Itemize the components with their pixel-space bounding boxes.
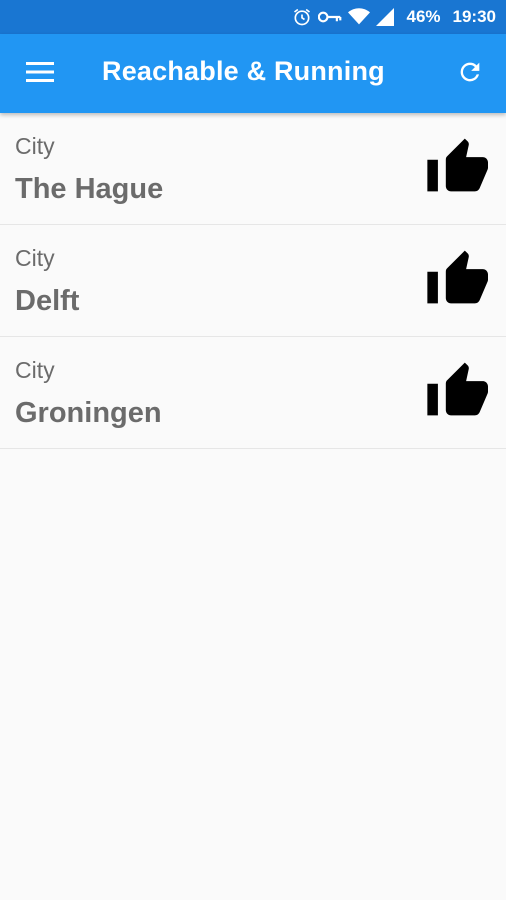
thumbs-up-icon	[426, 359, 492, 419]
refresh-button[interactable]	[444, 48, 496, 100]
list-item[interactable]: City The Hague	[0, 113, 506, 225]
menu-icon	[26, 61, 54, 88]
battery-percentage: 46%	[406, 7, 441, 26]
list-item[interactable]: City Groningen	[0, 337, 506, 449]
app-bar: Reachable & Running	[0, 34, 506, 113]
refresh-icon	[456, 58, 484, 91]
status-bar: 46% 19:30	[0, 0, 506, 34]
item-label: City	[15, 133, 55, 159]
item-label: City	[15, 357, 55, 383]
item-label: City	[15, 245, 55, 271]
menu-button[interactable]	[14, 48, 66, 100]
item-value: Delft	[15, 285, 80, 317]
status-clock: 19:30	[452, 7, 496, 26]
list-item[interactable]: City Delft	[0, 225, 506, 337]
alarm-icon	[292, 0, 312, 34]
vpn-key-icon	[318, 0, 342, 34]
wifi-icon	[348, 0, 371, 34]
cell-signal-icon	[376, 0, 395, 34]
thumbs-up-icon	[426, 247, 492, 307]
app-title: Reachable & Running	[102, 56, 385, 86]
item-value: Groningen	[15, 397, 162, 429]
thumbs-up-icon	[426, 135, 492, 195]
item-value: The Hague	[15, 173, 164, 205]
city-list: City The Hague City Delft City Groningen	[0, 113, 506, 449]
